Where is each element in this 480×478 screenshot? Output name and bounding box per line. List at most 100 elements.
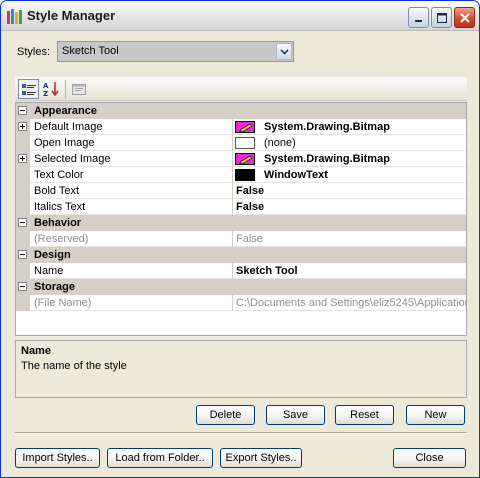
category-name: Appearance (34, 105, 97, 117)
expand-icon[interactable] (18, 122, 27, 131)
property-name: (Reserved) (34, 233, 89, 245)
minimize-button[interactable] (408, 7, 429, 28)
row-margin (16, 167, 30, 183)
row-margin (16, 199, 30, 215)
column-separator (232, 119, 233, 135)
divider (15, 432, 467, 434)
row-margin (16, 135, 30, 151)
category-behavior[interactable]: Behavior (16, 215, 466, 231)
window-title: Style Manager (27, 8, 116, 23)
property-value[interactable]: False (236, 185, 466, 197)
category-name: Behavior (34, 217, 82, 229)
toolbar-separator (65, 80, 66, 98)
chevron-down-icon (280, 49, 289, 55)
property-value: C:\Documents and Settings\eliz5245\Appli… (236, 297, 466, 309)
column-separator (232, 199, 233, 215)
collapse-icon[interactable] (18, 282, 27, 291)
styles-dropdown[interactable]: Sketch Tool (57, 41, 294, 62)
new-button[interactable]: New (406, 405, 465, 425)
category-name: Design (34, 249, 71, 261)
property-row-bold-text[interactable]: Bold Text False (16, 183, 466, 199)
row-margin (16, 183, 30, 199)
property-row-default-image[interactable]: Default Image System.Drawing.Bitmap (16, 119, 466, 135)
column-separator (232, 183, 233, 199)
property-name: Open Image (34, 137, 95, 149)
property-name: Selected Image (34, 153, 111, 165)
description-panel: Name The name of the style (15, 340, 467, 398)
close-icon (460, 13, 470, 23)
minimize-icon (415, 20, 422, 22)
property-grid-toolbar: A Z (15, 77, 467, 101)
save-button[interactable]: Save (266, 405, 325, 425)
row-margin (16, 151, 30, 167)
title-bar[interactable]: Style Manager (1, 1, 479, 31)
property-row-file-name[interactable]: (File Name) C:\Documents and Settings\el… (16, 295, 466, 311)
property-pages-button[interactable] (69, 79, 90, 99)
color-swatch (235, 169, 255, 181)
property-row-reserved[interactable]: (Reserved) False (16, 231, 466, 247)
pencil-icon (239, 123, 253, 132)
property-row-italics-text[interactable]: Italics Text False (16, 199, 466, 215)
property-value[interactable]: (none) (264, 137, 464, 149)
import-styles-button[interactable]: Import Styles.. (15, 448, 100, 468)
svg-text:Z: Z (43, 90, 48, 97)
property-name: Default Image (34, 121, 103, 133)
description-title: Name (21, 345, 51, 357)
row-margin (16, 295, 30, 311)
property-value[interactable]: Sketch Tool (236, 265, 466, 277)
column-separator (232, 263, 233, 279)
load-from-folder-button[interactable]: Load from Folder.. (107, 448, 213, 468)
column-separator (232, 167, 233, 183)
property-value[interactable]: False (236, 201, 466, 213)
category-design[interactable]: Design (16, 247, 466, 263)
bitmap-preview-icon (235, 153, 255, 165)
export-styles-button[interactable]: Export Styles.. (220, 448, 302, 468)
property-name: (File Name) (34, 297, 92, 309)
alphabetical-button[interactable]: A Z (41, 79, 62, 99)
category-name: Storage (34, 281, 75, 293)
collapse-icon[interactable] (18, 250, 27, 259)
property-value: False (236, 233, 263, 245)
column-separator (232, 231, 233, 247)
close-window-button[interactable] (454, 7, 475, 28)
styles-dropdown-button[interactable] (276, 43, 292, 60)
property-name: Text Color (34, 169, 84, 181)
maximize-icon (437, 13, 447, 23)
column-separator (232, 295, 233, 311)
row-margin (16, 263, 30, 279)
style-manager-window: Style Manager Styles: Sketch Tool A Z Ap… (0, 0, 480, 478)
property-row-open-image[interactable]: Open Image (none) (16, 135, 466, 151)
property-row-selected-image[interactable]: Selected Image System.Drawing.Bitmap (16, 151, 466, 167)
styles-label: Styles: (17, 46, 51, 58)
collapse-icon[interactable] (18, 218, 27, 227)
description-text: The name of the style (21, 360, 127, 372)
category-storage[interactable]: Storage (16, 279, 466, 295)
property-name: Italics Text (34, 201, 86, 213)
expand-icon[interactable] (18, 154, 27, 163)
category-appearance[interactable]: Appearance (16, 103, 466, 119)
property-name: Bold Text (34, 185, 80, 197)
close-button[interactable]: Close (393, 448, 466, 468)
bitmap-preview-icon (235, 121, 255, 133)
property-pages-icon (72, 84, 86, 95)
property-value[interactable]: System.Drawing.Bitmap (264, 121, 464, 133)
property-row-text-color[interactable]: Text Color WindowText (16, 167, 466, 183)
property-row-name[interactable]: Name Sketch Tool (16, 263, 466, 279)
categorized-icon (22, 84, 36, 95)
categorized-button[interactable] (18, 79, 39, 99)
styles-dropdown-value: Sketch Tool (62, 45, 119, 57)
property-grid[interactable]: Appearance Default Image System.Drawing.… (15, 102, 467, 336)
collapse-icon[interactable] (18, 106, 27, 115)
pencil-icon (239, 155, 253, 164)
maximize-button[interactable] (431, 7, 452, 28)
property-value[interactable]: System.Drawing.Bitmap (264, 153, 464, 165)
property-name: Name (34, 265, 64, 277)
empty-image-preview (235, 137, 255, 149)
svg-text:A: A (43, 82, 49, 90)
alphabetical-icon: A Z (43, 82, 59, 97)
reset-button[interactable]: Reset (335, 405, 394, 425)
delete-button[interactable]: Delete (196, 405, 255, 425)
row-margin (16, 231, 30, 247)
column-separator (232, 151, 233, 167)
property-value[interactable]: WindowText (264, 169, 464, 181)
